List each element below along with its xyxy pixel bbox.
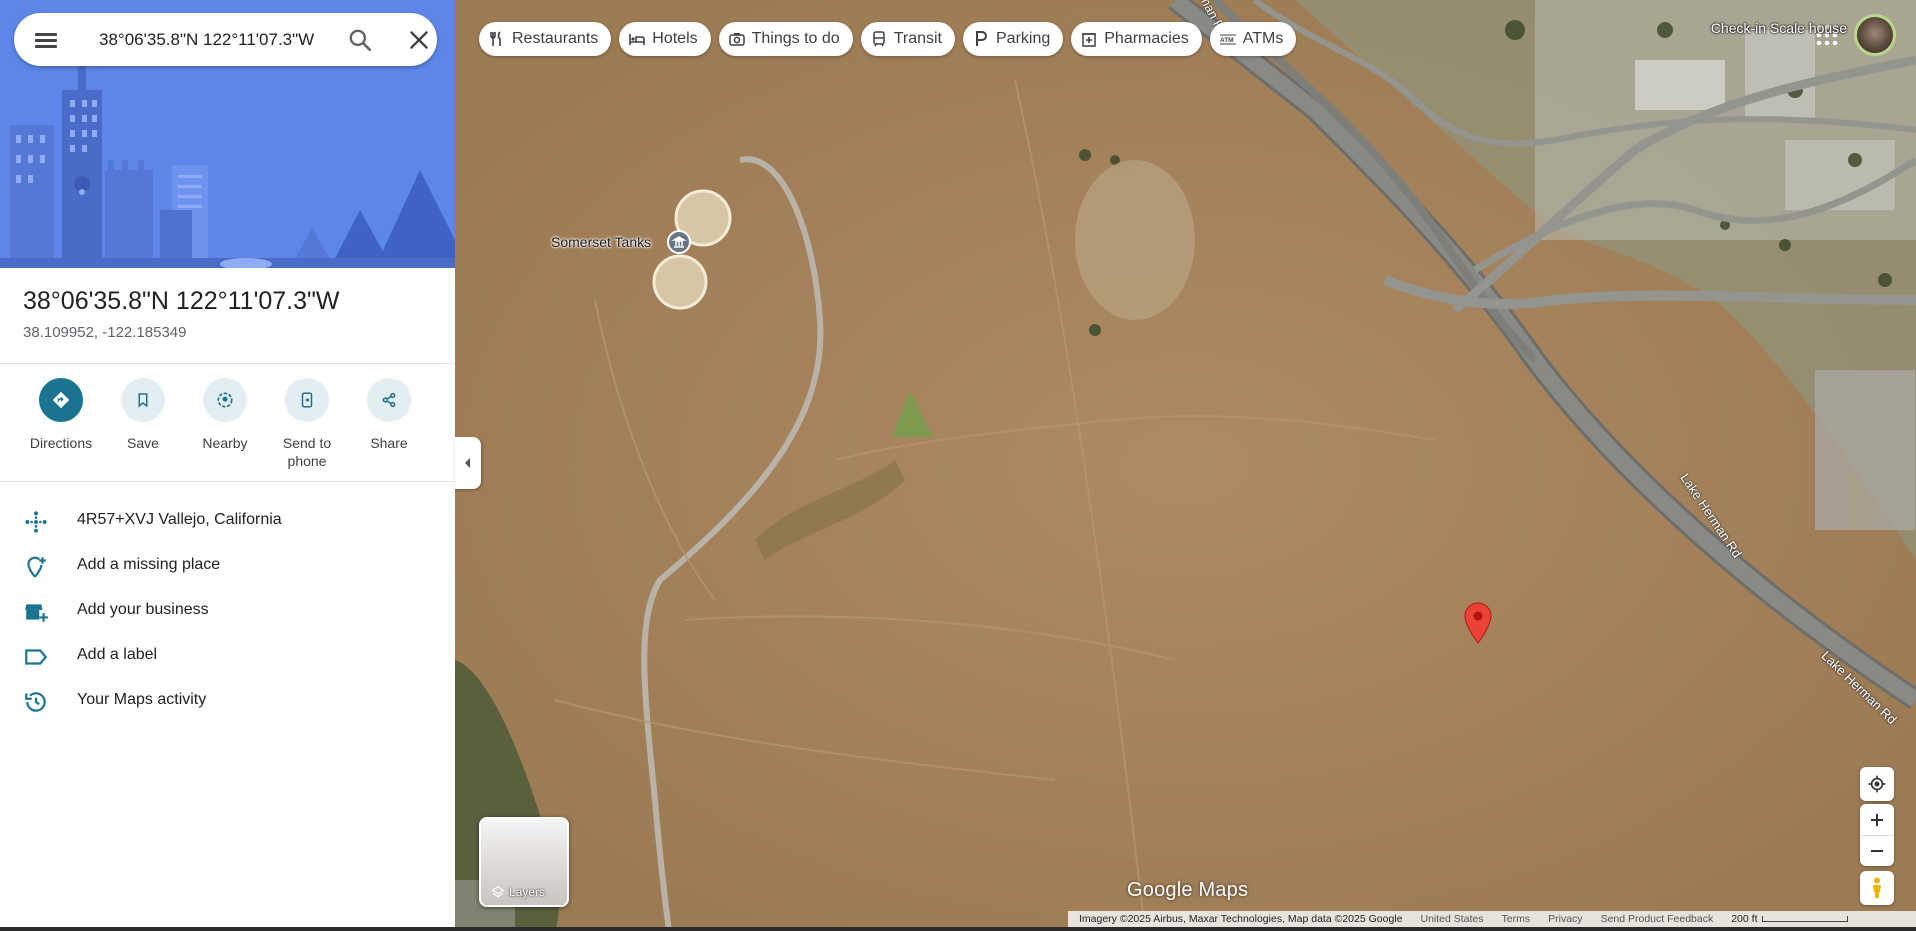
divider bbox=[0, 481, 455, 482]
directions-icon bbox=[52, 391, 70, 409]
nearby-label: Nearby bbox=[202, 435, 248, 451]
terms-link[interactable]: Terms bbox=[1493, 913, 1540, 925]
country-link[interactable]: United States bbox=[1411, 913, 1492, 925]
collapse-panel-button[interactable] bbox=[455, 437, 481, 489]
restaurant-icon bbox=[490, 31, 501, 46]
add-label-text: Add a label bbox=[77, 646, 158, 663]
history-icon bbox=[25, 692, 46, 712]
directions-label: Directions bbox=[29, 435, 93, 451]
plus-code-icon bbox=[25, 511, 47, 533]
chip-label: Parking bbox=[996, 30, 1051, 47]
directions-button[interactable]: Directions bbox=[20, 378, 102, 452]
chip-label: Things to do bbox=[751, 30, 840, 47]
add-location-icon bbox=[27, 556, 46, 578]
scale-label: 200 ft bbox=[1731, 913, 1758, 925]
layers-button[interactable]: Layers bbox=[479, 817, 569, 907]
google-maps-logo: Google Maps bbox=[1127, 879, 1249, 901]
search-input[interactable] bbox=[85, 13, 339, 66]
search-icon[interactable] bbox=[347, 27, 373, 53]
zoom-out-button[interactable] bbox=[1860, 836, 1894, 866]
add-missing-place-text: Add a missing place bbox=[77, 556, 221, 573]
minus-icon bbox=[1871, 850, 1883, 852]
nearby-icon bbox=[217, 392, 233, 408]
poi-label[interactable]: Somerset Tanks bbox=[551, 234, 651, 250]
save-button[interactable]: Save bbox=[102, 378, 184, 452]
plus-code-text: 4R57+XVJ Vallejo, California bbox=[77, 511, 282, 528]
hotel-icon bbox=[629, 34, 646, 45]
label-icon bbox=[25, 649, 48, 665]
menu-icon[interactable] bbox=[32, 28, 60, 52]
chevron-left-icon bbox=[465, 458, 470, 468]
chip-pharmacies[interactable]: Pharmacies bbox=[1071, 22, 1202, 56]
bookmark-icon bbox=[138, 393, 148, 408]
layers-label: Layers bbox=[509, 885, 546, 899]
send-to-phone-icon bbox=[301, 392, 313, 408]
send-to-phone-button[interactable]: Send to phone bbox=[266, 378, 348, 470]
chip-label: Restaurants bbox=[512, 30, 599, 47]
share-label: Share bbox=[370, 435, 408, 451]
my-location-button[interactable] bbox=[1860, 767, 1894, 801]
account-avatar[interactable] bbox=[1854, 14, 1896, 56]
chip-label: Transit bbox=[893, 30, 942, 47]
privacy-link[interactable]: Privacy bbox=[1539, 913, 1591, 925]
chip-parking[interactable]: Parking bbox=[963, 22, 1064, 56]
svg-text:ATM: ATM bbox=[1220, 37, 1234, 44]
decimal-coordinates: 38.109952, -122.185349 bbox=[23, 324, 187, 341]
my-location-icon bbox=[1868, 775, 1886, 793]
plus-code-row[interactable]: 4R57+XVJ Vallejo, California bbox=[0, 499, 455, 543]
account-area bbox=[1854, 14, 1896, 56]
add-business-icon bbox=[25, 604, 48, 622]
zoom-controls bbox=[1860, 804, 1894, 866]
scale-bar[interactable]: 200 ft bbox=[1722, 913, 1856, 925]
search-box bbox=[14, 13, 437, 66]
close-icon[interactable] bbox=[406, 27, 432, 53]
atm-icon: ATM bbox=[1219, 34, 1236, 45]
window-bottom-edge bbox=[0, 927, 1916, 931]
feedback-link[interactable]: Send Product Feedback bbox=[1592, 913, 1723, 925]
chip-transit[interactable]: Transit bbox=[860, 22, 955, 56]
chip-things-to-do[interactable]: Things to do bbox=[718, 22, 853, 56]
add-missing-place-row[interactable]: Add a missing place bbox=[0, 544, 455, 588]
category-chips: Restaurants Hotels Things to do Transit … bbox=[479, 22, 1297, 56]
nearby-button[interactable]: Nearby bbox=[184, 378, 266, 452]
zoom-in-button[interactable] bbox=[1860, 804, 1894, 836]
parking-icon bbox=[976, 31, 987, 46]
location-pin-icon[interactable] bbox=[1463, 602, 1493, 644]
transit-icon bbox=[872, 31, 885, 47]
save-label: Save bbox=[127, 435, 159, 451]
chip-restaurants[interactable]: Restaurants bbox=[479, 22, 612, 56]
plus-icon bbox=[1871, 813, 1883, 826]
share-button[interactable]: Share bbox=[348, 378, 430, 452]
imagery-attribution: Imagery ©2025 Airbus, Maxar Technologies… bbox=[1079, 913, 1403, 925]
pegman-icon bbox=[1873, 877, 1881, 898]
divider bbox=[0, 363, 455, 364]
scale-line bbox=[1761, 916, 1848, 922]
add-business-text: Add your business bbox=[77, 601, 209, 618]
street-view-pegman[interactable] bbox=[1860, 871, 1894, 905]
add-label-row[interactable]: Add a label bbox=[0, 634, 455, 678]
chip-hotels[interactable]: Hotels bbox=[619, 22, 711, 56]
chip-label: ATMs bbox=[1242, 30, 1284, 47]
maps-activity-text: Your Maps activity bbox=[77, 691, 207, 708]
share-icon bbox=[382, 392, 396, 408]
terrain-imagery bbox=[455, 0, 1916, 931]
chip-label: Hotels bbox=[652, 30, 698, 47]
send-to-phone-label: Send to phone bbox=[282, 435, 332, 469]
satellite-map[interactable]: Somerset Tanks man Rd Lake Herman Rd Lak… bbox=[455, 0, 1916, 931]
camera-icon bbox=[728, 33, 745, 46]
chip-label: Pharmacies bbox=[1104, 30, 1189, 47]
place-panel: 38°06'35.8"N 122°11'07.3"W 38.109952, -1… bbox=[0, 0, 455, 931]
layers-icon bbox=[491, 886, 505, 898]
overlapping-map-label: Check-in Scale house bbox=[1710, 20, 1847, 36]
chip-atms[interactable]: ATM ATMs bbox=[1209, 22, 1297, 56]
landmark-icon[interactable] bbox=[667, 230, 691, 254]
maps-activity-row[interactable]: Your Maps activity bbox=[0, 679, 455, 723]
add-business-row[interactable]: Add your business bbox=[0, 589, 455, 633]
place-title: 38°06'35.8"N 122°11'07.3"W bbox=[23, 287, 340, 315]
map-footer: Imagery ©2025 Airbus, Maxar Technologies… bbox=[1068, 911, 1916, 927]
pharmacy-icon bbox=[1082, 33, 1097, 47]
